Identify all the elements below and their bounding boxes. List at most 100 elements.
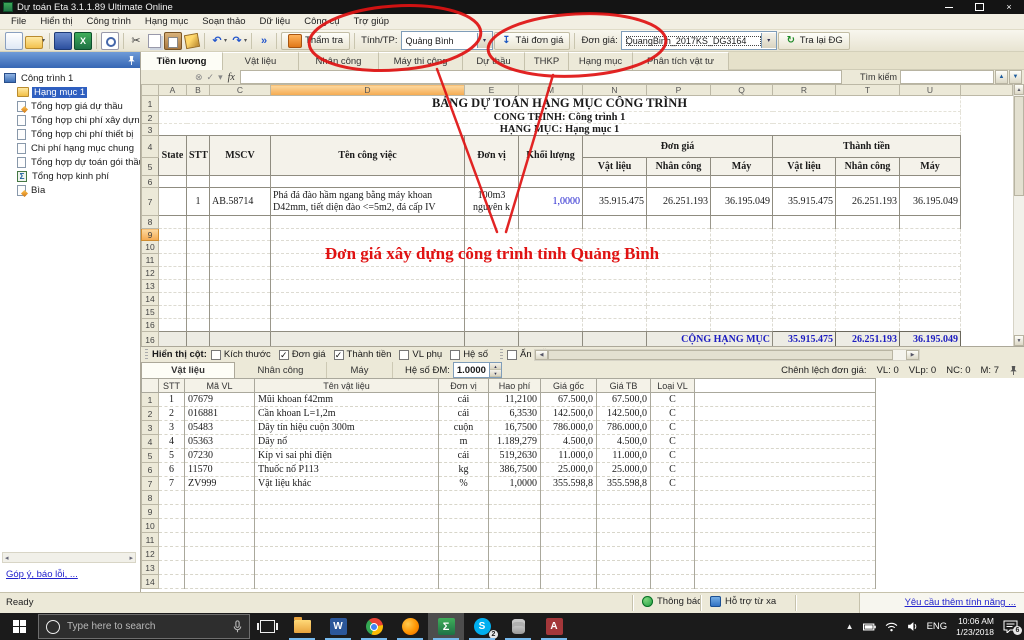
analysis-tab-nhan-cong[interactable]: Nhân công [235, 362, 327, 378]
checkbox-icon[interactable] [399, 350, 409, 360]
tab-vat-lieu[interactable]: Vật liệu [223, 52, 299, 70]
checkbox-icon[interactable] [507, 350, 517, 360]
confirm-entry-icon[interactable]: ✓ [207, 72, 215, 83]
save-icon[interactable] [54, 32, 72, 50]
taskbar-access[interactable] [536, 613, 572, 640]
cancel-entry-icon[interactable]: ⊗ [195, 72, 203, 83]
find-prev-icon[interactable]: ▲ [995, 70, 1008, 84]
undo-icon[interactable]: ↶ [209, 33, 225, 49]
cell-tt-may[interactable]: 36.195.049 [900, 188, 961, 216]
find-next-icon[interactable]: ▼ [1009, 70, 1022, 84]
tai-don-gia-button[interactable]: ↧ Tải đơn giá [494, 32, 571, 50]
checkbox-he-so[interactable]: Hệ số [450, 349, 488, 360]
stepper-down-icon[interactable]: ▼ [490, 370, 501, 377]
format-brush-icon[interactable] [184, 32, 200, 48]
cell-stt[interactable]: 1 [187, 188, 210, 216]
mic-icon[interactable] [233, 620, 242, 633]
speaker-icon[interactable] [907, 621, 918, 632]
minimize-icon[interactable] [934, 0, 964, 14]
checkbox-icon[interactable] [279, 350, 289, 360]
tree-item-hang-muc-1[interactable]: Hạng mục 1 [0, 85, 140, 99]
formula-input[interactable] [240, 70, 842, 84]
tab-nhan-cong[interactable]: Nhân công [299, 52, 379, 70]
don-gia-select[interactable]: QuangBinh_2017KS_DG3164 ▾ [621, 31, 777, 50]
task-view-icon[interactable] [250, 613, 284, 640]
taskbar-firefox[interactable] [392, 613, 428, 640]
taskbar-eta[interactable] [428, 613, 464, 640]
language-indicator[interactable]: ENG [927, 621, 948, 632]
pin-icon[interactable] [127, 55, 136, 66]
open-folder-icon[interactable] [25, 36, 43, 49]
materials-grid-area[interactable]: STT Mã VL Tên vật liệu Đơn vị Hao phí Gi… [141, 378, 1024, 592]
tree-item-tong-hop-chi-phi-xay-dung[interactable]: Tổng hợp chi phí xây dựng [0, 113, 140, 127]
stepper-up-icon[interactable]: ▲ [490, 363, 501, 370]
cell-dg-nhan-cong[interactable]: 26.251.193 [647, 188, 711, 216]
taskbar-clock[interactable]: 10:06 AM 1/23/2018 [956, 616, 994, 637]
redo-icon[interactable]: ↷ [229, 33, 245, 49]
cell-dg-may[interactable]: 36.195.049 [711, 188, 773, 216]
taskbar-chrome[interactable] [356, 613, 392, 640]
menu-soan-thao[interactable]: Soạn thảo [195, 16, 252, 27]
open-dropdown-caret[interactable]: ▾ [42, 37, 45, 44]
tree-item-tong-hop-gia-du-thau[interactable]: Tổng hợp giá dự thầu [0, 99, 140, 113]
checkbox-don-gia[interactable]: Đơn giá [279, 349, 326, 360]
pin-icon[interactable] [1009, 365, 1018, 376]
thong-bao-button[interactable]: Thông báo [642, 596, 702, 607]
taskbar-search[interactable]: Type here to search [38, 614, 250, 639]
checkbox-icon[interactable] [334, 350, 344, 360]
vertical-scrollbar[interactable]: ▲ ▼ [1013, 84, 1024, 346]
menu-cong-cu[interactable]: Công cụ [297, 16, 346, 27]
tham-tra-button[interactable]: Thẩm tra [281, 32, 350, 50]
cell-state[interactable] [159, 188, 187, 216]
battery-icon[interactable] [863, 623, 876, 631]
total-vat-lieu[interactable]: 35.915.475 [773, 332, 836, 347]
menu-du-lieu[interactable]: Dữ liệu [253, 16, 298, 27]
tab-may-thi-cong[interactable]: Máy thi công [379, 52, 463, 70]
tree-item-bia[interactable]: Bìa [0, 183, 140, 197]
tab-thkp[interactable]: THKP [525, 52, 569, 70]
cell-ten-cong-viec[interactable]: Phá đá đào hầm ngang bằng máy khoan D42m… [271, 188, 465, 216]
horizontal-scrollbar[interactable]: ◀ ▶ [534, 349, 920, 361]
cell-mscv[interactable]: AB.58714 [210, 188, 271, 216]
taskbar-database[interactable] [500, 613, 536, 640]
checkbox-icon[interactable] [211, 350, 221, 360]
undo-dropdown-caret[interactable]: ▾ [224, 37, 227, 44]
find-input[interactable] [900, 70, 994, 84]
tra-lai-dg-button[interactable]: ↻ Tra lại ĐG [778, 32, 850, 50]
menu-file[interactable]: File [4, 16, 33, 27]
tree-item-chi-phi-hang-muc-chung[interactable]: Chi phí hạng mục chung [0, 141, 140, 155]
feedback-link[interactable]: Góp ý, báo lỗi, ... [6, 569, 78, 580]
total-may[interactable]: 36.195.049 [900, 332, 961, 347]
run-icon[interactable]: » [256, 33, 272, 49]
action-center-icon[interactable]: 6 [1003, 620, 1018, 633]
he-so-dm-stepper[interactable]: 1.0000 ▲▼ [453, 362, 502, 378]
active-row-header[interactable]: 9 [142, 229, 159, 241]
menu-hien-thi[interactable]: Hiển thị [33, 16, 79, 27]
tree-item-tong-hop-du-toan-goi-thau[interactable]: Tổng hợp dự toán gói thầu [0, 155, 140, 169]
tree-item-tong-hop-chi-phi-thiet-bi[interactable]: Tổng hợp chi phí thiết bị [0, 127, 140, 141]
cell-tt-nhan-cong[interactable]: 26.251.193 [836, 188, 900, 216]
start-button[interactable] [0, 613, 38, 640]
tab-du-thau[interactable]: Dự thầu [463, 52, 525, 70]
excel-export-icon[interactable] [74, 32, 92, 50]
analysis-tab-vat-lieu[interactable]: Vật liệu [141, 362, 235, 378]
scroll-right-icon[interactable]: ▶ [906, 350, 919, 360]
scroll-down-icon[interactable]: ▼ [1014, 335, 1024, 346]
taskbar-skype[interactable]: 2 [464, 613, 500, 640]
checkbox-kich-thuoc[interactable]: Kích thước [211, 349, 271, 360]
checkbox-vl-phu[interactable]: VL phụ [399, 349, 442, 360]
menu-cong-trinh[interactable]: Công trình [80, 16, 138, 27]
checkbox-icon[interactable] [450, 350, 460, 360]
tray-chevron-icon[interactable]: ▲ [846, 622, 854, 631]
tree-root-cong-trinh-1[interactable]: Công trình 1 [0, 71, 140, 85]
feature-request-link[interactable]: Yêu cầu thêm tính năng ... [905, 597, 1016, 608]
tinh-tp-select[interactable]: Quảng Bình ▾ [401, 31, 493, 50]
estimate-grid-area[interactable]: A B C D E M N P Q R T U 1 BẢNG DỰ TOÁN H… [141, 84, 1024, 346]
scroll-thumb[interactable] [548, 350, 893, 360]
cell-don-vi[interactable]: 100m3 nguyên k [465, 188, 519, 216]
close-icon[interactable]: × [994, 0, 1024, 14]
scroll-left-icon[interactable]: ◀ [535, 350, 548, 360]
taskbar-word[interactable] [320, 613, 356, 640]
cell-dg-vat-lieu[interactable]: 35.915.475 [583, 188, 647, 216]
copy-icon[interactable] [148, 34, 161, 48]
